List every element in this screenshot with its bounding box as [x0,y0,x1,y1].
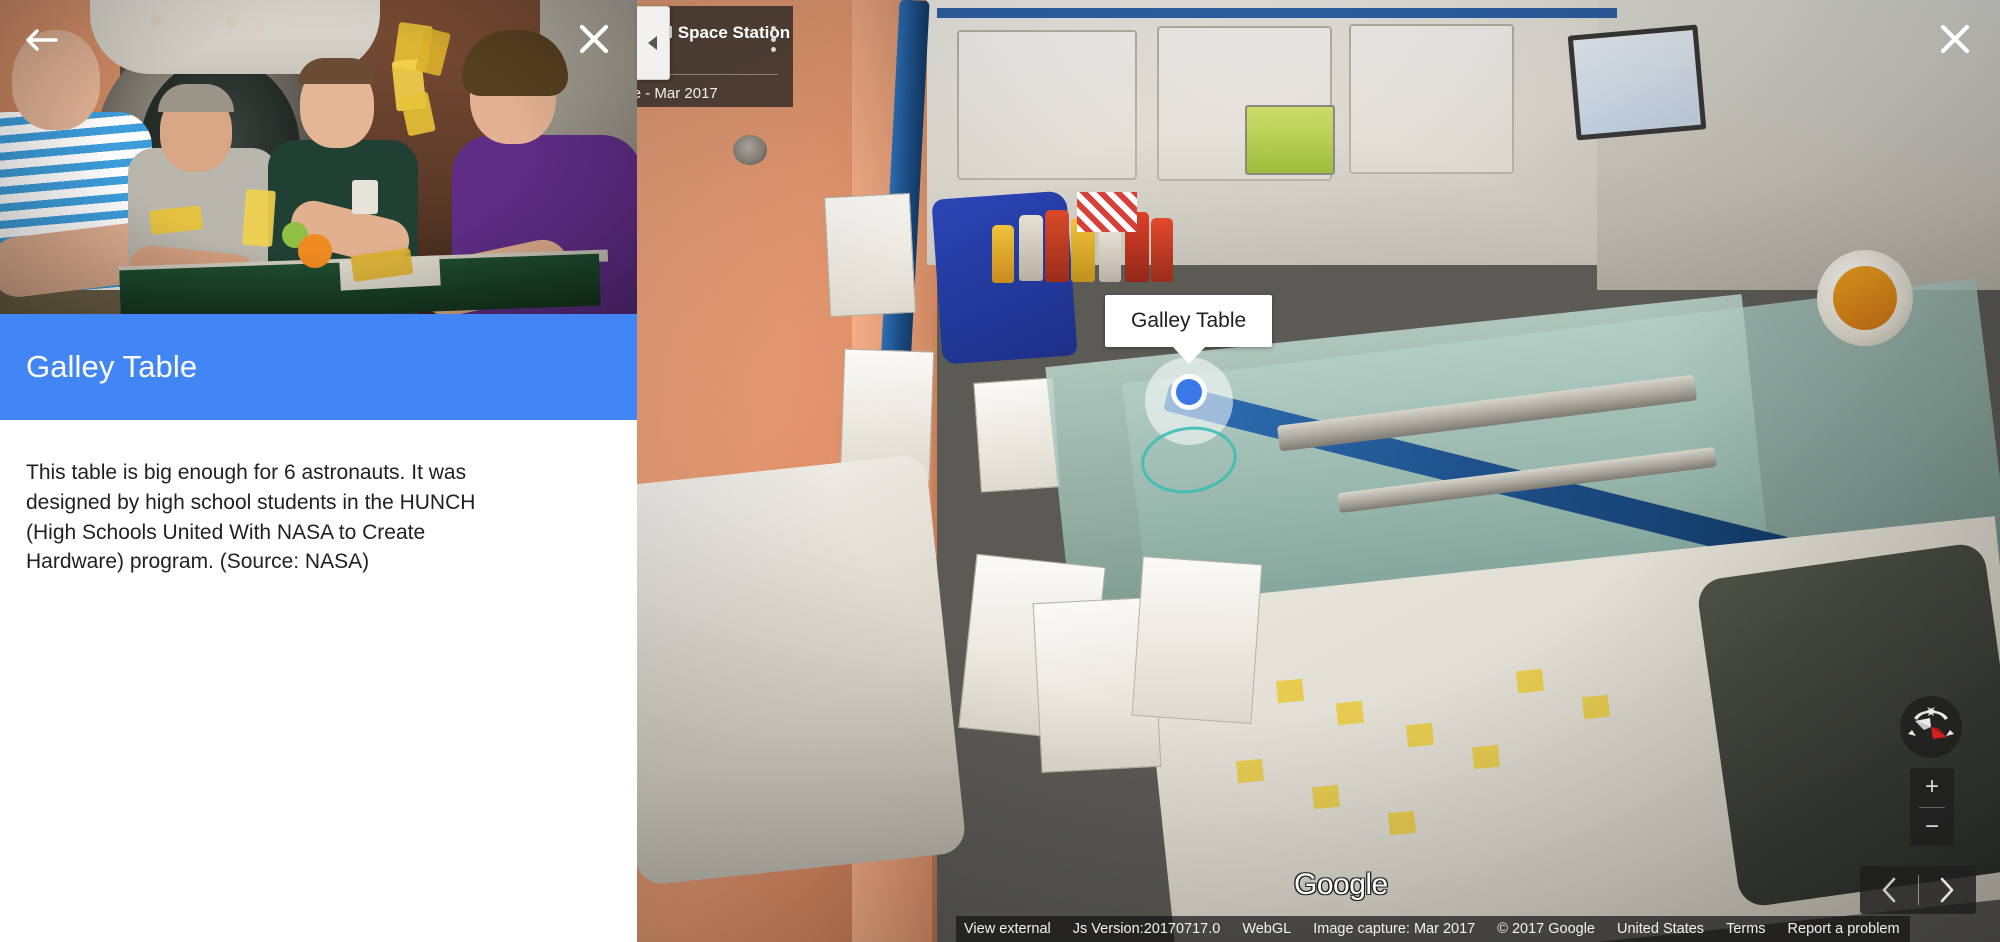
pano-container-label [1833,266,1897,330]
pano-control-panel [1245,105,1335,175]
zoom-controls: + − [1910,768,1954,846]
previous-pano-button[interactable] [1860,875,1918,905]
attribution-image-capture: Image capture: Mar 2017 [1313,921,1476,937]
pano-rack-door [1349,24,1514,174]
pano-floor-tile [1405,722,1435,748]
collapse-panel-button[interactable] [637,6,670,80]
photo-vignette [0,0,637,314]
panel-body: This table is big enough for 6 astronaut… [0,420,637,577]
panel-photo[interactable] [0,0,637,314]
pano-rack-trim [937,8,1617,18]
zoom-in-button[interactable]: + [1910,768,1954,807]
more-vertical-icon[interactable] [765,26,781,52]
pano-navigation-controls [1860,866,1976,914]
google-logo-watermark: Google [1294,868,1388,901]
page-title: Galley Table [26,349,198,384]
pano-floor-tile [1311,784,1341,810]
attribution-view-external[interactable]: View external [964,921,1051,937]
panel-description: This table is big enough for 6 astronaut… [26,461,476,574]
chevron-left-icon [648,36,657,50]
pano-floor-tile [1235,758,1265,784]
pano-document [823,192,917,318]
pano-laptop [1567,24,1707,141]
close-icon[interactable] [577,22,611,56]
attribution-copyright: © 2017 Google [1497,921,1595,937]
pano-checkered-cloth [1077,192,1137,232]
attribution-country: United States [1617,921,1705,937]
place-info-panel: Galley Table This table is big enough fo… [0,0,637,942]
pano-rack-door [957,30,1137,180]
pano-floor-tile [1515,668,1545,694]
pano-wall-fitting [733,135,767,165]
panorama-viewport[interactable] [637,0,2000,942]
attribution-bar: View external Js Version:20170717.0 WebG… [956,916,1910,942]
poi-dot-icon[interactable] [1175,379,1202,405]
close-icon[interactable] [1938,22,1972,56]
poi-label[interactable]: Galley Table [1105,295,1273,347]
street-view-app: International Space Station Google See i… [0,0,2000,942]
pano-floor-tile [1275,678,1305,704]
zoom-out-button[interactable]: − [1910,808,1954,847]
pano-floor-tile [1581,694,1611,720]
pano-floor-tile [1471,744,1501,770]
pano-floor-tile [1335,700,1365,726]
attribution-report-problem-link[interactable]: Report a problem [1788,921,1900,937]
back-arrow-icon[interactable] [24,26,58,54]
pano-floor-tile [1387,810,1417,836]
compass-icon[interactable] [1900,696,1962,758]
pano-document-stack [1131,556,1263,724]
poi-marker-galley-table[interactable]: Galley Table [1105,295,1273,500]
pano-condiment-bottle [992,225,1014,283]
pano-condiment-bottle [1045,210,1069,282]
next-pano-button[interactable] [1919,875,1977,905]
attribution-renderer: WebGL [1242,921,1292,937]
pano-cargo-bag [637,453,968,887]
pano-condiment-bottle [1019,215,1043,281]
attribution-terms-link[interactable]: Terms [1726,921,1765,937]
panel-title-bar: Galley Table [0,314,637,420]
attribution-js-version: Js Version:20170717.0 [1072,921,1221,937]
pano-condiment-bottle [1151,218,1173,282]
